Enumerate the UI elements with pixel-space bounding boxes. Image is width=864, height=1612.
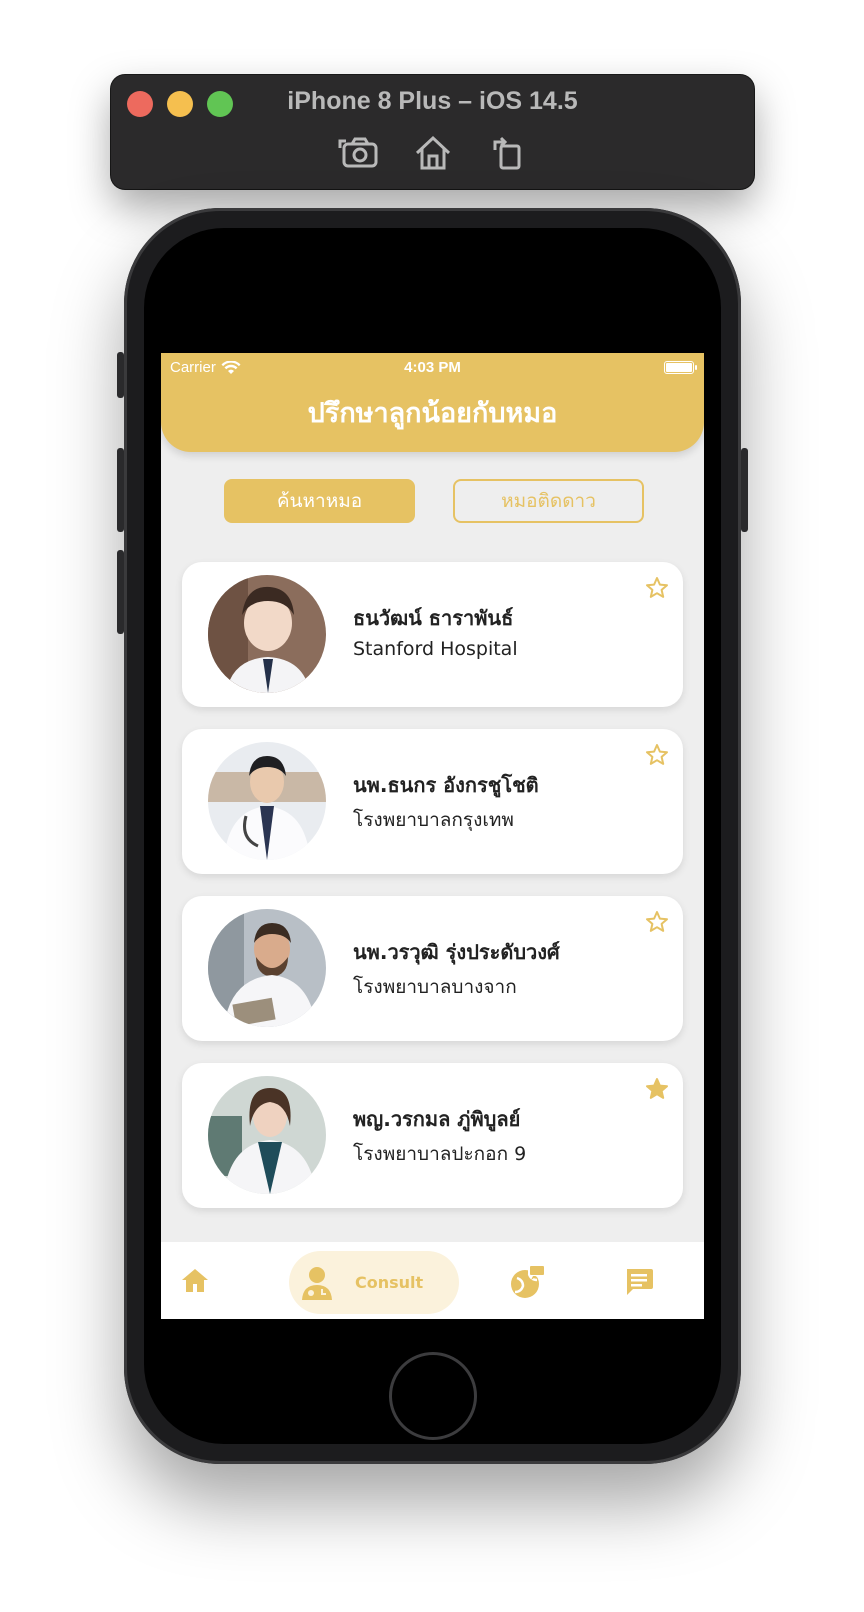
- tab-consult[interactable]: Consult: [289, 1251, 459, 1314]
- doctor-avatar: [208, 909, 326, 1027]
- doctor-hospital: โรงพยาบาลกรุงเทพ: [353, 809, 514, 831]
- tab-consult-label: Consult: [355, 1273, 424, 1292]
- doctor-card[interactable]: ธนวัฒน์ ธาราพันธ์ Stanford Hospital: [182, 562, 683, 707]
- volume-down-button: [117, 550, 124, 634]
- app-header: Carrier 4:03 PM ปรึกษาลูกน้อยกับหมอ: [161, 353, 704, 452]
- doctor-avatar: [208, 575, 326, 693]
- volume-up-button: [117, 448, 124, 532]
- doctor-card[interactable]: นพ.วรวุฒิ รุ่งประดับวงศ์ โรงพยาบาลบางจาก: [182, 896, 683, 1041]
- home-icon[interactable]: [411, 133, 455, 173]
- home-button[interactable]: [389, 1352, 477, 1440]
- star-outline-icon[interactable]: [645, 576, 669, 600]
- doctor-name: พญ.วรกมล ภู่พิบูลย์: [353, 1107, 521, 1131]
- star-outline-icon[interactable]: [645, 743, 669, 767]
- simulator-title: iPhone 8 Plus – iOS 14.5: [287, 87, 578, 115]
- doctor-card[interactable]: นพ.ธนกร อังกรชูโชติ โรงพยาบาลกรุงเทพ: [182, 729, 683, 874]
- star-filled-icon[interactable]: [645, 1077, 669, 1101]
- app-screen: Carrier 4:03 PM ปรึกษาลูกน้อยกับหมอ ค้นห…: [161, 353, 704, 1319]
- tab-search-doctor[interactable]: ค้นหาหมอ: [224, 479, 415, 523]
- doctor-icon: [302, 1266, 332, 1300]
- doctor-card[interactable]: พญ.วรกมล ภู่พิบูลย์ โรงพยาบาลปะกอก 9: [182, 1063, 683, 1208]
- screenshot-icon[interactable]: [337, 133, 381, 173]
- doctor-name: นพ.ธนกร อังกรชูโชติ: [353, 773, 539, 797]
- doctor-hospital: โรงพยาบาลปะกอก 9: [353, 1143, 527, 1165]
- doctor-hospital: Stanford Hospital: [353, 638, 518, 660]
- doctor-name: ธนวัฒน์ ธาราพันธ์: [353, 606, 514, 630]
- rotate-icon[interactable]: [485, 133, 529, 173]
- doctor-avatar: [208, 1076, 326, 1194]
- globe-chat-icon[interactable]: [509, 1262, 547, 1300]
- simulator-title-bar: iPhone 8 Plus – iOS 14.5: [111, 75, 754, 189]
- battery-icon: [664, 361, 697, 374]
- bottom-tab-bar: Consult: [161, 1242, 704, 1319]
- doctor-hospital: โรงพยาบาลบางจาก: [353, 976, 517, 998]
- mute-switch: [117, 352, 124, 398]
- message-icon[interactable]: [623, 1265, 655, 1297]
- doctor-avatar: [208, 742, 326, 860]
- tab-starred-doctor[interactable]: หมอติดดาว: [453, 479, 644, 523]
- status-time: 4:03 PM: [404, 359, 461, 376]
- star-outline-icon[interactable]: [645, 910, 669, 934]
- power-button: [741, 448, 748, 532]
- status-bar: Carrier 4:03 PM: [161, 353, 704, 381]
- doctor-name: นพ.วรวุฒิ รุ่งประดับวงศ์: [353, 940, 560, 964]
- page-title: ปรึกษาลูกน้อยกับหมอ: [307, 398, 558, 429]
- home-icon[interactable]: [179, 1265, 211, 1297]
